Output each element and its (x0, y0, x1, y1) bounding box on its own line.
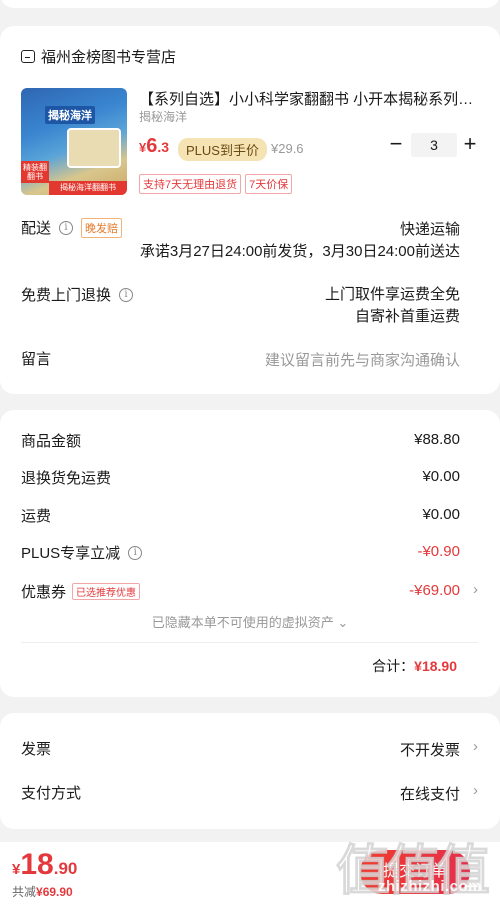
quantity-input[interactable]: 3 (411, 133, 457, 157)
message-label-text: 留言 (21, 351, 52, 368)
delivery-promise: 承诺3月27日24:00前发货，3月30日24:00前送达 (139, 243, 460, 260)
product-thumbnail[interactable]: 揭秘海洋 精装翻翻书 揭秘海洋翻翻书 (21, 88, 127, 195)
payment-label: 支付方式 (21, 782, 81, 803)
return-shipping-label-text: 退换货免运费 (21, 470, 112, 487)
original-price: ¥29.6 (271, 141, 304, 156)
plus-discount-value: -¥0.90 (417, 543, 460, 560)
hidden-assets-toggle[interactable]: 已隐藏本单不可使用的虚拟资产 ⌄ (0, 612, 500, 631)
thumbnail-badge: 精装翻翻书 (21, 161, 49, 183)
shipping-fee-label-text: 运费 (21, 508, 52, 525)
divider (21, 642, 478, 643)
invoice-label-text: 发票 (21, 741, 52, 758)
info-icon[interactable]: i (119, 287, 134, 302)
quantity-stepper: − 3 + (384, 133, 482, 157)
goods-amount-label-text: 商品金额 (21, 433, 82, 450)
store-icon (21, 50, 35, 63)
footer-price-integer: 18 (20, 848, 54, 881)
savings-value: ¥69.90 (36, 885, 73, 899)
shipping-fee-value: ¥0.00 (422, 506, 460, 523)
footer-price-decimal: .90 (53, 859, 78, 878)
payment-label-text: 支付方式 (21, 785, 82, 802)
info-icon[interactable]: i (59, 220, 74, 235)
chevron-right-icon[interactable]: › (473, 782, 478, 799)
increase-quantity-button[interactable]: + (458, 133, 482, 157)
coupon-label-row[interactable]: 优惠券 已选推荐优惠 (21, 581, 141, 602)
message-label: 留言 (21, 348, 51, 369)
chevron-right-icon[interactable]: › (473, 738, 478, 755)
message-input[interactable]: 建议留言前先与商家沟通确认 (265, 349, 460, 370)
price-integer: 6 (146, 135, 158, 157)
delivery-method[interactable]: 快递运输 (400, 218, 460, 239)
order-item-card (0, 26, 500, 394)
delivery-label-row: 配送 i 晚发赔 (21, 217, 123, 238)
thumbnail-footer: 揭秘海洋翻翻书 (49, 181, 127, 195)
footer-savings: 共减¥69.90 (12, 883, 73, 900)
late-compensation-tag: 晚发赔 (81, 217, 123, 238)
shop-name: 福州金榜图书专营店 (41, 49, 177, 66)
product-variant: 揭秘海洋 (139, 110, 188, 124)
footer-total-price: ¥18.90 (12, 848, 77, 882)
site-watermark-url: zhizhizhi.com (378, 878, 482, 895)
coupon-selected-tag: 已选推荐优惠 (72, 583, 141, 600)
thumbnail-map (67, 128, 121, 168)
plus-discount-label: PLUS专享立减 (21, 545, 121, 562)
return-shipping-value: ¥0.00 (422, 468, 460, 485)
invoice-label: 发票 (21, 738, 51, 759)
savings-label: 共减 (12, 885, 37, 899)
decrease-quantity-button[interactable]: − (384, 133, 408, 157)
price-protect-tag: 7天价保 (245, 174, 293, 194)
product-price: ¥6.3 (139, 135, 169, 158)
return-service-label: 免费上门退换 (21, 287, 112, 304)
return-service-line2: 自寄补首重运费 (354, 308, 460, 325)
delivery-label: 配送 (21, 220, 52, 237)
invoice-payment-card (0, 713, 500, 829)
shipping-fee-label: 运费 (21, 505, 51, 526)
price-decimal: .3 (157, 139, 170, 155)
payment-value[interactable]: 在线支付 (400, 783, 460, 804)
total-value: ¥18.90 (414, 658, 457, 674)
no-reason-return-tag: 支持7天无理由退货 (139, 174, 242, 194)
return-service-label-row: 免费上门退换 i (21, 284, 134, 305)
info-icon[interactable]: i (128, 545, 143, 560)
coupon-label: 优惠券 (21, 584, 67, 601)
thumbnail-title: 揭秘海洋 (45, 106, 95, 124)
coupon-value[interactable]: -¥69.00 (409, 582, 460, 599)
total-label: 合计： (372, 658, 415, 674)
service-tags: 支持7天无理由退货 7天价保 (139, 174, 293, 194)
return-service-line1: 上门取件享运费全免 (324, 286, 460, 303)
chevron-right-icon[interactable]: › (473, 581, 478, 598)
shop-header[interactable]: 福州金榜图书专营店 (21, 46, 176, 67)
order-total: 合计：¥18.90 (372, 656, 457, 676)
plus-discount-label-row: PLUS专享立减 i (21, 542, 143, 563)
goods-amount-label: 商品金额 (21, 430, 81, 451)
invoice-value[interactable]: 不开发票 (400, 739, 460, 760)
top-card-edge (0, 0, 500, 8)
plus-price-tag: PLUS到手价 (178, 138, 267, 161)
product-title[interactable]: 【系列自选】小小科学家翻翻书 小开本揭秘系列… (139, 88, 475, 109)
return-shipping-label: 退换货免运费 (21, 467, 111, 488)
goods-amount-value: ¥88.80 (414, 431, 460, 448)
